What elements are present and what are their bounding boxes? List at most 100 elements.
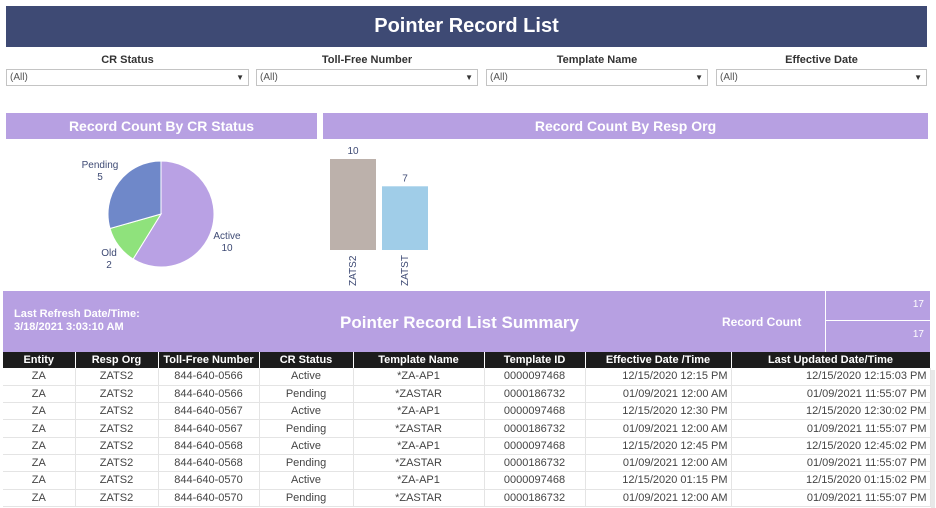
- record-count-value: 17: [825, 321, 930, 352]
- refresh-value: 3/18/2021 3:03:10 AM: [14, 321, 124, 333]
- column-header-last-updated[interactable]: Last Updated Date/Time: [731, 352, 931, 368]
- pie-label-old: Old: [101, 248, 117, 259]
- cell-last-updated: 12/15/2020 12:30:02 PM: [731, 402, 931, 421]
- column-header-toll-free-number[interactable]: Toll-Free Number: [158, 352, 260, 368]
- cr-status-pie-chart: Active10 Old2 Pending5: [82, 160, 241, 271]
- record-count-label: Record Count: [722, 315, 802, 329]
- cell-last-updated: 01/09/2021 11:55:07 PM: [731, 385, 931, 404]
- pie-value-pending: 5: [97, 172, 103, 183]
- column-header-template-id[interactable]: Template ID: [484, 352, 586, 368]
- cell-toll-free-number: 844-640-0567: [158, 402, 260, 421]
- cell-resp-org: ZATS2: [75, 385, 159, 404]
- table-row[interactable]: ZA ZATS2 844-640-0567 Active *ZA-AP1 00000974…: [3, 402, 931, 421]
- cell-template-id: 0000097468: [484, 437, 586, 455]
- cell-template-name: *ZA-AP1: [353, 402, 485, 421]
- cell-effective-date: 01/09/2021 12:00 AM: [585, 385, 732, 404]
- cell-template-id: 0000097468: [484, 471, 586, 490]
- bar-category-label: ZATST: [400, 255, 411, 286]
- cell-resp-org: ZATS2: [75, 402, 159, 421]
- cell-cr-status: Active: [259, 368, 354, 386]
- cell-toll-free-number: 844-640-0566: [158, 385, 260, 404]
- pointer-record-table: Entity Resp Org Toll-Free Number CR Stat…: [3, 352, 931, 507]
- table-scrollbar[interactable]: [931, 370, 935, 508]
- cell-toll-free-number: 844-640-0568: [158, 437, 260, 455]
- summary-title: Pointer Record List Summary: [340, 313, 580, 332]
- last-refresh: Last Refresh Date/Time: 3/18/2021 3:03:1…: [14, 308, 140, 334]
- cell-template-name: *ZA-AP1: [353, 471, 485, 490]
- cell-template-name: *ZA-AP1: [353, 368, 485, 386]
- column-header-entity[interactable]: Entity: [3, 352, 76, 368]
- bar-value-label: 7: [402, 173, 408, 184]
- cell-last-updated: 12/15/2020 12:45:02 PM: [731, 437, 931, 455]
- cell-entity: ZA: [3, 454, 76, 473]
- bar-zats2[interactable]: [330, 159, 376, 250]
- cell-entity: ZA: [3, 471, 76, 490]
- cell-resp-org: ZATS2: [75, 437, 159, 455]
- bar-category-label: ZATS2: [348, 255, 359, 286]
- table-row[interactable]: ZA ZATS2 844-640-0570 Pending *ZASTAR 0000186…: [3, 489, 931, 507]
- table-row[interactable]: ZA ZATS2 844-640-0567 Pending *ZASTAR 0000186…: [3, 419, 931, 438]
- cell-entity: ZA: [3, 368, 76, 386]
- cell-template-id: 0000186732: [484, 419, 586, 438]
- table-row[interactable]: ZA ZATS2 844-640-0570 Active *ZA-AP1 00000974…: [3, 471, 931, 490]
- cell-last-updated: 12/15/2020 12:15:03 PM: [731, 368, 931, 386]
- cell-last-updated: 01/09/2021 11:55:07 PM: [731, 419, 931, 438]
- cell-toll-free-number: 844-640-0570: [158, 489, 260, 507]
- cell-template-name: *ZASTAR: [353, 489, 485, 507]
- cell-template-name: *ZA-AP1: [353, 437, 485, 455]
- cell-template-name: *ZASTAR: [353, 454, 485, 473]
- column-header-effective-date[interactable]: Effective Date /Time: [585, 352, 732, 368]
- pie-value-active: 10: [221, 243, 233, 254]
- column-header-cr-status[interactable]: CR Status: [259, 352, 354, 368]
- cell-cr-status: Active: [259, 402, 354, 421]
- cell-cr-status: Pending: [259, 385, 354, 404]
- resp-org-bar-chart: 10 ZATS2 7 ZATST: [330, 146, 428, 286]
- cell-template-name: *ZASTAR: [353, 419, 485, 438]
- cell-cr-status: Active: [259, 437, 354, 455]
- table-row[interactable]: ZA ZATS2 844-640-0566 Active *ZA-AP1 00000974…: [3, 368, 931, 386]
- cell-entity: ZA: [3, 437, 76, 455]
- cell-cr-status: Active: [259, 471, 354, 490]
- cell-effective-date: 01/09/2021 12:00 AM: [585, 454, 732, 473]
- cell-effective-date: 01/09/2021 12:00 AM: [585, 419, 732, 438]
- cell-last-updated: 12/15/2020 01:15:02 PM: [731, 471, 931, 490]
- table-row[interactable]: ZA ZATS2 844-640-0568 Pending *ZASTAR 0000186…: [3, 454, 931, 473]
- pie-value-old: 2: [106, 260, 112, 271]
- cell-toll-free-number: 844-640-0566: [158, 368, 260, 386]
- cell-cr-status: Pending: [259, 454, 354, 473]
- cell-effective-date: 12/15/2020 01:15 PM: [585, 471, 732, 490]
- cell-last-updated: 01/09/2021 11:55:07 PM: [731, 489, 931, 507]
- cell-template-id: 0000186732: [484, 489, 586, 507]
- cell-effective-date: 01/09/2021 12:00 AM: [585, 489, 732, 507]
- cell-template-name: *ZASTAR: [353, 385, 485, 404]
- cell-last-updated: 01/09/2021 11:55:07 PM: [731, 454, 931, 473]
- cell-entity: ZA: [3, 385, 76, 404]
- cell-template-id: 0000186732: [484, 454, 586, 473]
- record-count-value: 17: [825, 291, 930, 321]
- cell-effective-date: 12/15/2020 12:45 PM: [585, 437, 732, 455]
- summary-band: Last Refresh Date/Time: 3/18/2021 3:03:1…: [3, 291, 930, 352]
- cell-cr-status: Pending: [259, 489, 354, 507]
- cell-resp-org: ZATS2: [75, 419, 159, 438]
- cell-toll-free-number: 844-640-0570: [158, 471, 260, 490]
- cell-entity: ZA: [3, 402, 76, 421]
- column-header-resp-org[interactable]: Resp Org: [75, 352, 159, 368]
- table-header-row: Entity Resp Org Toll-Free Number CR Stat…: [3, 352, 931, 368]
- cell-entity: ZA: [3, 489, 76, 507]
- pie-label-pending: Pending: [82, 160, 119, 171]
- bar-zatst[interactable]: [382, 186, 428, 250]
- cell-toll-free-number: 844-640-0568: [158, 454, 260, 473]
- cell-resp-org: ZATS2: [75, 454, 159, 473]
- table-row[interactable]: ZA ZATS2 844-640-0566 Pending *ZASTAR 0000186…: [3, 385, 931, 404]
- charts-canvas: Active10Old2Pending5 10ZATS27ZATST: [82, 146, 428, 286]
- bar-value-label: 10: [347, 146, 359, 157]
- cell-entity: ZA: [3, 419, 76, 438]
- table-body: ZA ZATS2 844-640-0566 Active *ZA-AP1 00000974…: [3, 368, 931, 507]
- refresh-label: Last Refresh Date/Time:: [14, 308, 140, 320]
- cell-toll-free-number: 844-640-0567: [158, 419, 260, 438]
- column-header-template-name[interactable]: Template Name: [353, 352, 485, 368]
- cell-template-id: 0000097468: [484, 368, 586, 386]
- cell-cr-status: Pending: [259, 419, 354, 438]
- cell-effective-date: 12/15/2020 12:30 PM: [585, 402, 732, 421]
- table-row[interactable]: ZA ZATS2 844-640-0568 Active *ZA-AP1 00000974…: [3, 437, 931, 455]
